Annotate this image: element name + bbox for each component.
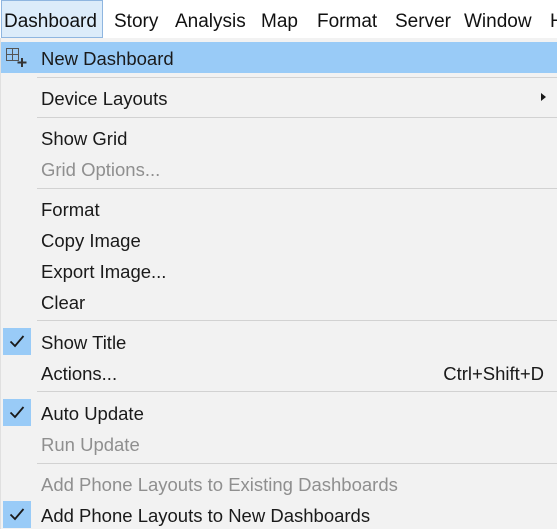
menu-item-label: Export Image... xyxy=(41,261,167,282)
menu-item-actions[interactable]: Actions... Ctrl+Shift+D xyxy=(1,357,557,388)
menubar-server[interactable]: Server xyxy=(395,0,451,38)
menubar-format[interactable]: Format xyxy=(317,0,377,38)
menu-separator xyxy=(37,77,557,78)
menu-item-label: Copy Image xyxy=(41,230,141,251)
submenu-arrow-icon xyxy=(541,93,546,101)
menu-item-label: Device Layouts xyxy=(41,88,168,109)
menu-item-auto-update[interactable]: Auto Update xyxy=(1,397,557,428)
menu-item-export-image[interactable]: Export Image... xyxy=(1,255,557,286)
menu-item-label: New Dashboard xyxy=(41,48,174,69)
menu-item-add-phone-existing: Add Phone Layouts to Existing Dashboards xyxy=(1,468,557,499)
menu-item-format[interactable]: Format xyxy=(1,193,557,224)
menu-item-show-title[interactable]: Show Title xyxy=(1,326,557,357)
new-dashboard-icon xyxy=(6,48,28,73)
menubar-map[interactable]: Map xyxy=(261,0,298,38)
menubar-analysis[interactable]: Analysis xyxy=(175,0,246,38)
menu-item-show-grid[interactable]: Show Grid xyxy=(1,122,557,153)
menu-item-label: Show Title xyxy=(41,332,127,353)
menu-separator xyxy=(37,320,557,321)
menu-bar: Dashboard Story Analysis Map Format Serv… xyxy=(0,0,557,38)
menu-item-copy-image[interactable]: Copy Image xyxy=(1,224,557,255)
menu-item-label: Run Update xyxy=(41,434,140,455)
menu-separator xyxy=(37,463,557,464)
menu-item-label: Auto Update xyxy=(41,403,144,424)
menu-separator xyxy=(37,188,557,189)
menu-item-label: Add Phone Layouts to New Dashboards xyxy=(41,505,371,526)
menu-item-run-update: Run Update xyxy=(1,428,557,459)
menubar-window[interactable]: Window xyxy=(464,0,532,38)
dashboard-dropdown-menu: New Dashboard Device Layouts Show Grid G… xyxy=(0,38,557,529)
menu-item-add-phone-new[interactable]: Add Phone Layouts to New Dashboards xyxy=(1,499,557,530)
menu-item-label: Clear xyxy=(41,292,86,313)
menu-item-clear[interactable]: Clear xyxy=(1,286,557,317)
menubar-help[interactable]: H xyxy=(550,0,557,38)
actions-shortcut: Ctrl+Shift+D xyxy=(443,363,544,384)
menu-item-label: Grid Options... xyxy=(41,159,161,180)
menu-item-grid-options: Grid Options... xyxy=(1,153,557,184)
checkmark-icon xyxy=(3,328,31,355)
menu-item-label: Add Phone Layouts to Existing Dashboards xyxy=(41,474,398,495)
menu-item-label: Show Grid xyxy=(41,128,128,149)
checkmark-icon xyxy=(3,501,31,528)
menu-item-label: Actions... xyxy=(41,363,118,384)
menubar-dashboard[interactable]: Dashboard xyxy=(1,0,103,38)
checkmark-icon xyxy=(3,399,31,426)
menu-item-new-dashboard[interactable]: New Dashboard xyxy=(1,42,557,73)
menu-separator xyxy=(37,391,557,392)
menu-item-device-layouts[interactable]: Device Layouts xyxy=(1,82,557,113)
menu-item-label: Format xyxy=(41,199,100,220)
menu-separator xyxy=(37,117,557,118)
menubar-story[interactable]: Story xyxy=(114,0,158,38)
